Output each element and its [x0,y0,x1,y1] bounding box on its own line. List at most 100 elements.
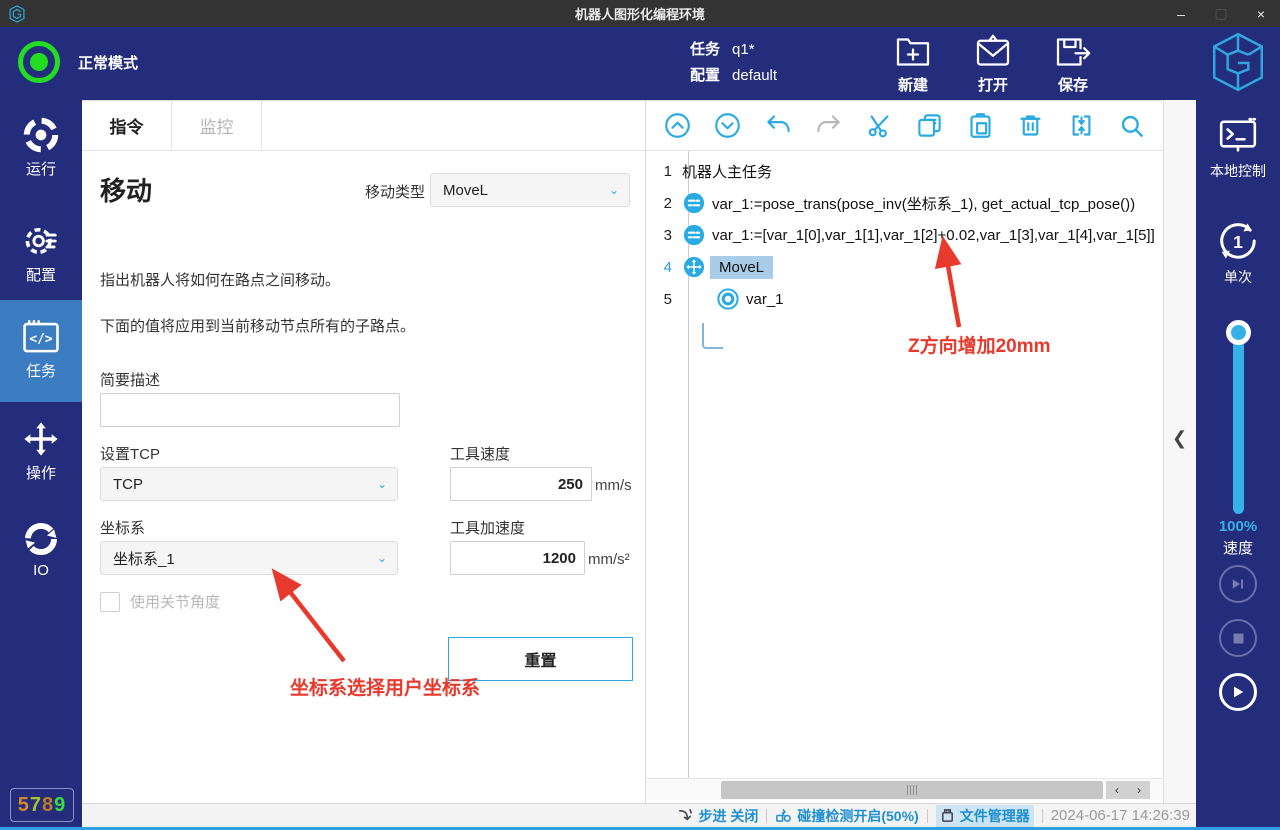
code-toolbar [646,101,1163,151]
stop-button[interactable] [1219,619,1257,657]
frame-label: 坐标系 [100,517,145,538]
tool-accel-input[interactable] [450,541,585,575]
play-icon [1230,684,1246,700]
svg-text:1: 1 [1233,232,1243,252]
captcha-code: 5 7 8 9 [10,788,74,822]
collision-icon [775,807,792,824]
paste-icon[interactable] [967,112,994,139]
sidebar-item-config[interactable]: 配置 [0,222,82,285]
open-button[interactable]: 打开 [962,32,1024,95]
gear-icon [22,222,60,260]
file-manager-button[interactable]: 文件管理器 [936,805,1034,827]
svg-text:</>: </> [29,332,53,347]
code-line-4-selected[interactable]: 4 MoveL [646,251,1163,283]
window-title: 机器人图形化编程环境 [0,4,1280,23]
tool-accel-label: 工具加速度 [450,517,525,538]
new-button[interactable]: 新建 [882,32,944,95]
config-label: 配置 [690,67,720,84]
code-line-2[interactable]: 2 var_1:=pose_trans(pose_inv(坐标系_1), get… [646,187,1163,219]
code-panel: 1 机器人主任务 2 var_1:=pose_trans(pose_inv(坐标… [645,100,1163,803]
step-next-button[interactable] [1219,565,1257,603]
panel-tabs: 指令 监控 [82,101,645,151]
move-type-dropdown[interactable]: MoveL ⌄ [430,173,630,207]
chevron-down-icon: ⌄ [599,174,629,206]
code-line-5[interactable]: 5 var_1 [646,283,1163,315]
status-timestamp: 2024-06-17 14:26:39 [1051,807,1190,824]
scroll-left-icon[interactable]: ‹ [1115,783,1119,797]
single-run-item[interactable]: 1 单次 [1196,218,1280,287]
status-bar: 步进 关闭 碰撞检测开启(50%) 文件管理器 2024-06-17 14:26… [82,803,1196,827]
code-line-1[interactable]: 1 机器人主任务 [646,155,1163,187]
tool-speed-input[interactable] [450,467,592,501]
header-bar: 正常模式 任务q1* 配置default 新建 打开 [0,27,1280,100]
collapse-panel-icon[interactable]: ❮ [1172,428,1187,449]
sidebar-item-task[interactable]: </> 任务 [0,318,82,381]
cut-icon[interactable] [866,112,893,139]
minimize-button[interactable]: – [1168,3,1194,25]
undo-icon[interactable] [765,112,792,139]
config-value: default [732,67,777,84]
assign-node-icon [683,224,705,246]
open-file-icon [973,32,1013,72]
sidebar-item-io[interactable]: IO [0,520,82,579]
app-window: 机器人图形化编程环境 – ▢ × 正常模式 任务q1* 配置default 新建 [0,0,1280,830]
step-mode-toggle[interactable]: 步进 关闭 [678,806,758,826]
horizontal-scrollbar[interactable]: ‹ › [646,778,1164,800]
io-cycle-icon [22,520,60,558]
command-panel: 指令 监控 移动 移动类型 MoveL ⌄ 指出机器人将如何在路点之间移动。 下… [82,100,645,803]
left-sidebar: 运行 配置 </> 任务 操作 [0,100,82,830]
play-button[interactable] [1219,673,1257,711]
search-icon[interactable] [1118,112,1145,139]
delete-icon[interactable] [1017,112,1044,139]
tab-monitor[interactable]: 监控 [172,101,262,150]
description-line2: 下面的值将应用到当前移动节点所有的子路点。 [100,315,415,336]
joint-angle-label: 使用关节角度 [130,591,220,612]
slider-handle[interactable] [1226,320,1251,345]
task-value: q1* [732,41,755,58]
joint-angle-checkbox[interactable] [100,592,120,612]
joint-angle-checkbox-row: 使用关节角度 [100,591,220,612]
save-button[interactable]: 保存 [1042,32,1104,95]
code-line-3[interactable]: 3 var_1:=[var_1[0],var_1[1],var_1[2]+0.0… [646,219,1163,251]
tcp-label: 设置TCP [100,443,160,464]
chevron-down-icon: ⌄ [367,468,397,500]
tool-speed-unit: mm/s [595,477,632,494]
sidebar-item-run[interactable]: 运行 [0,116,82,179]
assign-node-icon [683,192,705,214]
slider-track[interactable] [1233,326,1244,514]
run-icon [22,116,60,154]
move-node-icon [683,256,705,278]
panel-collapse-gutter: ❮ [1163,100,1196,803]
skip-next-icon [1229,575,1247,593]
sidebar-item-operate[interactable]: 操作 [0,420,82,483]
insert-icon[interactable] [1068,112,1095,139]
stop-icon [1231,631,1246,646]
frame-dropdown[interactable]: 坐标系_1 ⌄ [100,541,398,575]
right-sidebar: 本地控制 1 单次 100% 速度 [1196,100,1280,830]
brief-label: 简要描述 [100,369,160,390]
usb-drive-icon [940,808,955,823]
move-type-label: 移动类型 [365,181,425,202]
move-up-icon[interactable] [664,112,691,139]
collision-detect-toggle[interactable]: 碰撞检测开启(50%) [775,806,918,826]
code-window-icon: </> [21,318,61,356]
tcp-dropdown[interactable]: TCP ⌄ [100,467,398,501]
redo-icon[interactable] [815,112,842,139]
step-mode-icon [678,808,693,823]
close-button[interactable]: × [1248,3,1274,25]
tab-instruction[interactable]: 指令 [82,101,172,150]
maximize-button[interactable]: ▢ [1208,3,1234,25]
speed-slider [1196,312,1280,518]
terminal-icon [1216,114,1260,158]
scroll-right-icon[interactable]: › [1137,783,1141,797]
speed-percent: 100% [1196,518,1280,535]
scrollbar-thumb[interactable] [721,781,1103,799]
local-control-item[interactable]: 本地控制 [1196,114,1280,181]
chevron-down-icon: ⌄ [367,542,397,574]
copy-icon[interactable] [916,112,943,139]
brief-input[interactable] [100,393,400,427]
task-label: 任务 [690,41,720,58]
move-down-icon[interactable] [714,112,741,139]
new-file-icon [893,32,933,72]
tool-speed-label: 工具速度 [450,443,510,464]
